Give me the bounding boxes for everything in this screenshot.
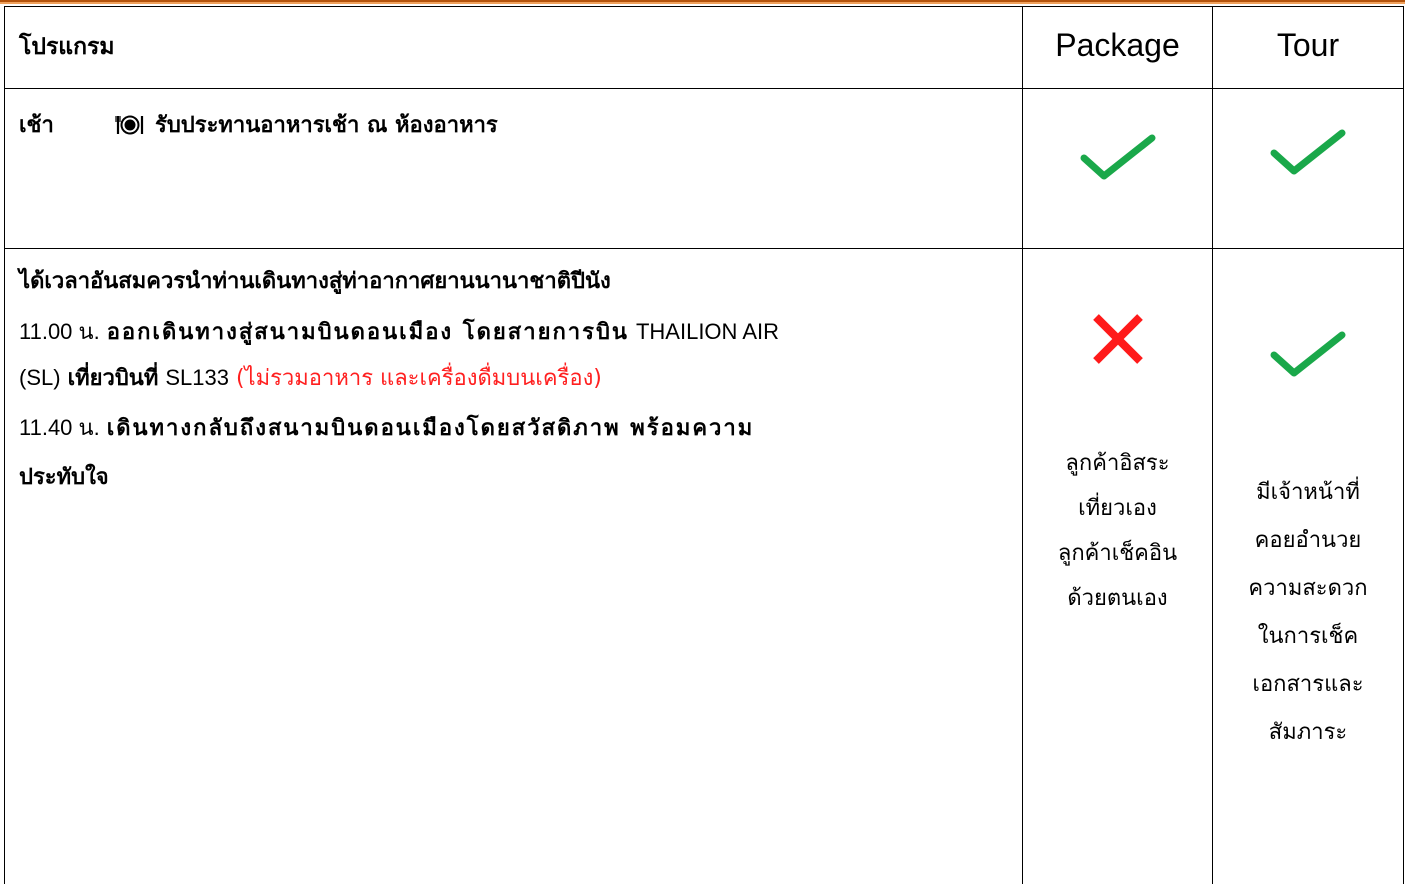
tour_note-line: ความสะดวก: [1248, 576, 1368, 601]
package-header: Package: [1055, 27, 1180, 63]
flight-label: เที่ยวบินที่: [67, 366, 159, 391]
cross-icon: [1092, 314, 1143, 364]
top-border-light: [0, 2, 1405, 4]
header-package-cell: Package: [1022, 6, 1213, 89]
meal-time: เช้า: [19, 113, 54, 138]
departure-line-5: ประทับใจ: [19, 465, 109, 490]
departure-line-1: ได้เวลาอันสมควรนำท่านเดินทางสู่ท่าอากาศย…: [19, 269, 611, 294]
package_note-line: ลูกค้าเช็คอิน: [1057, 541, 1178, 566]
arrival-time-1140: 11.40 น.: [19, 415, 100, 440]
package_note-line: ลูกค้าอิสระ: [1065, 451, 1170, 476]
tour-note: มีเจ้าหน้าที่คอยอำนวยความสะดวกในการเช็คเ…: [1213, 469, 1403, 757]
airline-code: (SL): [19, 365, 61, 390]
program-header: โปรแกรม: [19, 34, 115, 60]
departure-tour-cell: มีเจ้าหน้าที่คอยอำนวยความสะดวกในการเช็คเ…: [1212, 248, 1404, 884]
tour_note-line: ในการเช็ค: [1257, 624, 1359, 649]
check-icon: [1270, 129, 1346, 175]
departure-line-3: (SL) เที่ยวบินที่ SL133 (ไม่รวมอาหาร และ…: [5, 353, 1022, 403]
breakfast-tour-cell: [1212, 88, 1404, 249]
top-border-bar: [0, 0, 1405, 4]
flight-number: SL133: [165, 365, 229, 390]
arrival-text-1140: เดินทางกลับถึงสนามบินดอนเมืองโดยสวัสดิภา…: [106, 416, 755, 441]
departure-line-4: 11.40 น. เดินทางกลับถึงสนามบินดอนเมืองโด…: [5, 403, 1022, 453]
tour_note-line: เอกสารและ: [1252, 672, 1364, 697]
departure-time-1100: 11.00 น.: [19, 319, 100, 344]
header-program-cell: โปรแกรม: [4, 6, 1023, 89]
check-icon: [1270, 331, 1346, 377]
departure-text-1100: ออกเดินทางสู่สนามบินดอนเมือง โดยสายการบิ…: [106, 320, 629, 345]
itinerary-table: โปรแกรม Package Tour เช้า รับประทานอาหาร…: [4, 6, 1404, 884]
departure-program-cell: ได้เวลาอันสมควรนำท่านเดินทางสู่ท่าอากาศย…: [4, 248, 1023, 884]
airline-name: THAILION AIR: [635, 319, 780, 344]
breakfast-line: เช้า รับประทานอาหารเช้า ณ ห้องอาหาร: [5, 89, 1022, 142]
header-row: โปรแกรม Package Tour: [4, 6, 1404, 89]
package_note-line: ด้วยตนเอง: [1067, 586, 1168, 611]
tour_note-line: มีเจ้าหน้าที่: [1256, 480, 1360, 505]
tour_note-line: สัมภาระ: [1268, 720, 1348, 745]
breakfast-text: รับประทานอาหารเช้า ณ ห้องอาหาร: [155, 113, 498, 138]
dining-plate-icon: [115, 113, 145, 137]
departure-package-cell: ลูกค้าอิสระเที่ยวเองลูกค้าเช็คอินด้วยตนเ…: [1022, 248, 1213, 884]
departure-row: ได้เวลาอันสมควรนำท่านเดินทางสู่ท่าอากาศย…: [4, 248, 1404, 884]
tour_note-line: คอยอำนวย: [1254, 528, 1362, 553]
tour-header: Tour: [1276, 27, 1340, 63]
check-icon: [1080, 134, 1155, 180]
breakfast-program-cell: เช้า รับประทานอาหารเช้า ณ ห้องอาหาร: [4, 88, 1023, 249]
breakfast-row: เช้า รับประทานอาหารเช้า ณ ห้องอาหาร: [4, 88, 1404, 249]
meal-not-included-note: (ไม่รวมอาหาร และเครื่องดื่มบนเครื่อง): [235, 366, 602, 391]
departure-line-2: 11.00 น. ออกเดินทางสู่สนามบินดอนเมือง โด…: [5, 311, 1022, 353]
package-note: ลูกค้าอิสระเที่ยวเองลูกค้าเช็คอินด้วยตนเ…: [1023, 441, 1212, 621]
header-tour-cell: Tour: [1212, 6, 1404, 89]
breakfast-package-cell: [1022, 88, 1213, 249]
package_note-line: เที่ยวเอง: [1078, 496, 1157, 521]
